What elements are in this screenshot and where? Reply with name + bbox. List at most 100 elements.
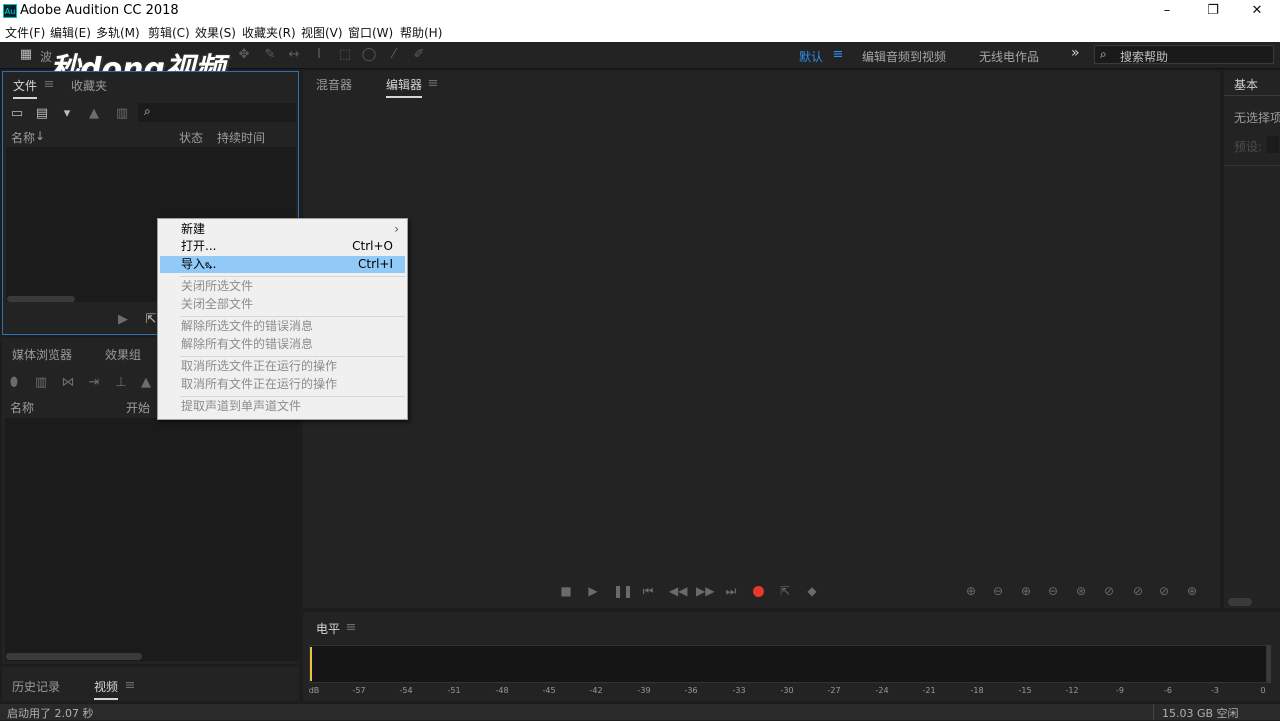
menu-file[interactable]: 文件(F) [5,24,45,41]
menu-help[interactable]: 帮助(H) [400,24,442,41]
merge-icon[interactable]: ⋈ [60,375,76,391]
zoom-reset-icon[interactable]: ⊕ [1184,583,1200,599]
rewind-button[interactable]: ◀◀ [669,583,687,599]
context-menu-import[interactable]: 导入... Ctrl+I ⇖ [160,256,405,273]
tab-mixer[interactable]: 混音器 [316,76,352,93]
context-menu-cancel-selected-operations[interactable]: 取消所选文件正在运行的操作 [160,358,405,375]
marker-icon[interactable]: ⬮ [6,375,22,391]
menu-separator [180,356,405,357]
menu-view[interactable]: 视图(V) [301,24,343,41]
go-to-start-button[interactable]: ⏮ [640,583,656,599]
context-menu-new[interactable]: 新建 › [160,221,405,238]
context-menu-close-selected[interactable]: 关闭所选文件 [160,278,405,295]
go-to-end-button[interactable]: ⏭ [723,583,739,599]
workspace-overflow-button[interactable]: » [1071,45,1080,61]
tab-favorites[interactable]: 收藏夹 [71,77,107,94]
insert-multitrack-icon[interactable]: ▲ [86,106,102,122]
trash-icon[interactable]: ▥ [33,375,49,391]
zoom-in-point-icon[interactable]: ⊘ [1101,583,1117,599]
context-menu-close-all[interactable]: 关闭全部文件 [160,296,405,313]
media-list[interactable] [5,418,299,661]
context-menu-cancel-all-operations[interactable]: 取消所有文件正在运行的操作 [160,376,405,393]
context-menu-extract-channels[interactable]: 提取声道到单声道文件 [160,398,405,415]
preset-dropdown[interactable] [1267,136,1279,153]
column-duration[interactable]: 持续时间 [217,129,265,146]
tab-media-browser[interactable]: 媒体浏览器 [12,346,72,363]
workspace-edit-audio-to-video[interactable]: 编辑音频到视频 [862,48,946,65]
zoom-out-amplitude-icon[interactable]: ⊖ [990,583,1006,599]
search-icon: ⌕ [144,104,151,118]
new-file-icon[interactable]: ▾ [59,106,75,122]
export-icon[interactable]: ⊥ [113,375,129,391]
close-button[interactable]: ✕ [1234,0,1280,22]
panel-menu-icon[interactable]: ≡ [41,77,57,93]
stop-button[interactable]: ■ [558,583,574,599]
column-name[interactable]: 名称 [10,399,34,416]
column-name[interactable]: 名称 [11,129,35,146]
panel-menu-icon[interactable]: ≡ [122,678,138,694]
tab-effects-rack[interactable]: 效果组 [105,346,141,363]
import-file-icon[interactable]: ▤ [34,106,50,122]
panel-menu-icon[interactable]: ≡ [425,76,441,92]
context-menu-dismiss-all-errors[interactable]: 解除所有文件的错误消息 [160,336,405,353]
tab-editor[interactable]: 编辑器 [386,76,423,98]
title-bar: Au Adobe Audition CC 2018 – ❐ ✕ [0,0,1280,22]
zoom-in-amplitude-icon[interactable]: ⊕ [963,583,979,599]
workspace-radio-production[interactable]: 无线电作品 [979,48,1039,65]
move-tool-icon[interactable]: ✥ [236,47,252,63]
minimize-button[interactable]: – [1144,0,1190,22]
menu-clip[interactable]: 剪辑(C) [148,24,190,41]
fast-forward-button[interactable]: ▶▶ [696,583,714,599]
menu-favorites[interactable]: 收藏夹(R) [242,24,296,41]
record-button[interactable] [753,586,764,597]
spot-healing-tool-icon[interactable]: ✐ [411,47,427,63]
menu-window[interactable]: 窗口(W) [348,24,393,41]
delete-file-icon[interactable]: ▥ [114,106,130,122]
play-preview-icon[interactable]: ▶ [115,312,131,328]
menu-edit[interactable]: 编辑(E) [50,24,91,41]
insert-icon[interactable]: ⇥ [86,375,102,391]
column-start[interactable]: 开始 [126,399,150,416]
waveform-view-icon[interactable]: ▦ [18,47,34,63]
media-list-scrollbar[interactable] [6,653,142,660]
menu-separator [180,316,405,317]
slip-tool-icon[interactable]: ↔ [286,47,302,63]
zoom-to-selection-icon[interactable]: ⊘ [1156,583,1172,599]
column-status[interactable]: 状态 [179,129,203,146]
pause-button[interactable]: ❚❚ [613,583,633,599]
workspace-menu-icon[interactable]: ≡ [830,47,846,63]
menu-multitrack[interactable]: 多轨(M) [96,24,140,41]
zoom-in-time-icon[interactable]: ⊕ [1018,583,1034,599]
brush-tool-icon[interactable]: ⁄ [386,47,402,63]
skip-selection-button[interactable]: ◆ [804,583,820,599]
open-file-icon[interactable]: ▭ [9,106,25,122]
tab-video[interactable]: 视频 [94,678,119,700]
playlist-icon[interactable]: ▲ [138,375,154,391]
time-selection-tool-icon[interactable]: I [311,47,327,63]
context-menu-dismiss-selected-errors[interactable]: 解除所选文件的错误消息 [160,318,405,335]
meter-tick-label: -42 [589,686,603,695]
menu-effects[interactable]: 效果(S) [195,24,236,41]
maximize-button[interactable]: ❐ [1190,0,1236,22]
workspace-default[interactable]: 默认 [799,48,823,65]
context-menu-open[interactable]: 打开... Ctrl+O [160,238,405,255]
zoom-out-full-icon[interactable]: ⊛ [1073,583,1089,599]
loop-playback-button[interactable]: ⇱ [777,583,793,599]
essential-sound-title[interactable]: 基本 [1234,76,1258,93]
razor-tool-icon[interactable]: ✎ [262,47,278,63]
zoom-out-point-icon[interactable]: ⊘ [1130,583,1146,599]
tab-files[interactable]: 文件 [13,77,38,99]
essential-sound-scrollbar[interactable] [1228,598,1252,606]
help-search-box[interactable]: ⌕ 搜索帮助 [1094,45,1274,64]
level-panel-title[interactable]: 电平 [316,620,340,637]
tab-history[interactable]: 历史记录 [12,678,60,695]
file-list-scrollbar[interactable] [7,296,75,302]
lasso-tool-icon[interactable]: ◯ [361,47,377,63]
play-button[interactable]: ▶ [585,583,601,599]
menu-item-label: 新建 [181,222,206,236]
files-search-input[interactable]: ⌕ [138,103,296,122]
marquee-tool-icon[interactable]: ⬚ [337,47,353,63]
zoom-out-time-icon[interactable]: ⊖ [1045,583,1061,599]
meter-tick-label: -36 [684,686,698,695]
panel-menu-icon[interactable]: ≡ [343,620,359,636]
